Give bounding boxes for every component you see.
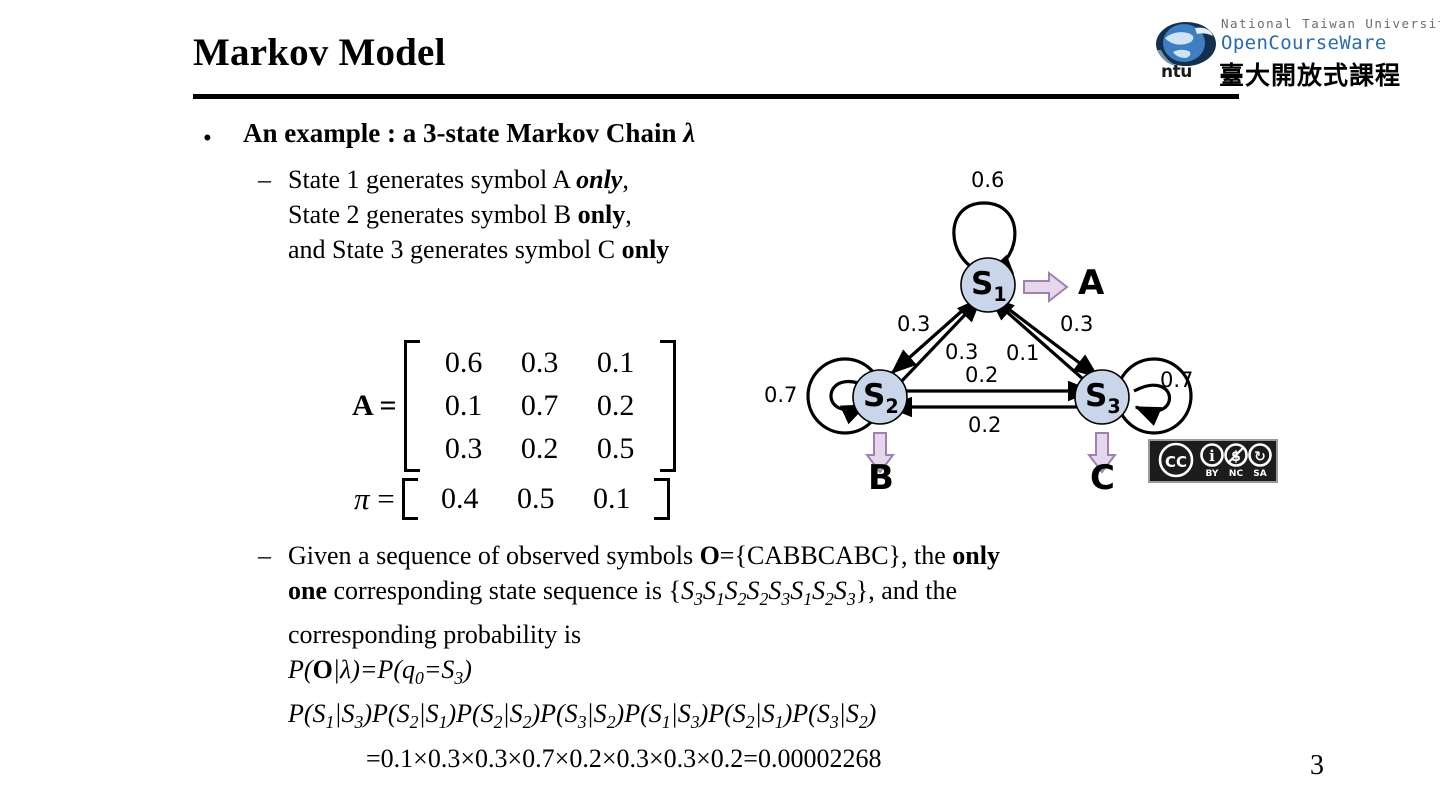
emission-symbol-b: B xyxy=(868,458,894,498)
pi-bracket-right xyxy=(653,478,670,520)
matrix-cell: 0.3 xyxy=(444,432,483,465)
page-number: 3 xyxy=(1310,750,1324,781)
item1-line3-a: and State 3 generates symbol C xyxy=(288,235,622,264)
item1-line2: State 2 generates symbol B only, xyxy=(288,197,669,232)
item1-line3-only: only xyxy=(621,235,670,264)
prob-label-s3-s1: 0.1 xyxy=(1006,341,1040,365)
matrix-cell: 0.5 xyxy=(596,432,635,465)
transition-matrix-block: A = 0.6 0.3 0.1 0.1 0.7 0.2 0.3 0.2 0.5 … xyxy=(352,340,676,520)
item1-line1-only: only xyxy=(576,165,623,194)
svg-text:i: i xyxy=(1209,447,1215,465)
item2-state-sequence: S3S1S2S2S3S1S2S3 xyxy=(680,576,856,610)
prob-label-self-s2: 0.7 xyxy=(764,383,798,407)
item2-line2-c: }, and the xyxy=(855,576,958,605)
cc-term-nc: NC xyxy=(1229,469,1244,479)
state-diagram-svg xyxy=(806,201,1193,474)
prob-label-self-s1: 0.6 xyxy=(971,168,1005,192)
title-divider xyxy=(193,94,1239,99)
ntu-wordmark: ntu xyxy=(1161,62,1192,82)
prob-label-s3-s2: 0.2 xyxy=(968,413,1002,437)
item2-line2-b: corresponding state sequence is { xyxy=(327,576,681,605)
pi-cell: 0.4 xyxy=(441,482,479,515)
page-title: Markov Model xyxy=(193,31,446,74)
pi-cell: 0.5 xyxy=(517,482,555,515)
emission-symbol-a: A xyxy=(1078,263,1105,303)
cc-term-sa: SA xyxy=(1253,469,1266,479)
item1-line3: and State 3 generates symbol C only xyxy=(288,232,669,267)
svg-text:CC: CC xyxy=(1165,453,1187,471)
cc-term-by: BY xyxy=(1206,469,1219,479)
item1-line2-a: State 2 generates symbol B xyxy=(288,200,578,229)
prob-label-s2-s3: 0.2 xyxy=(965,363,999,387)
item2-line3: corresponding probability is xyxy=(288,620,582,650)
item2-line2-one: one xyxy=(288,576,327,605)
bullet-level1-main: An example : a 3-state Markov Chain xyxy=(243,118,684,148)
logo-line-chinese: 臺大開放式課程 xyxy=(1219,61,1402,90)
prob-label-s1-s2: 0.3 xyxy=(897,312,931,336)
state-node-s1[interactable] xyxy=(960,257,1016,313)
bullet-level1-text: An example : a 3-state Markov Chain λ xyxy=(243,118,695,149)
matrix-cell: 0.3 xyxy=(520,346,559,379)
prob-label-self-s3: 0.7 xyxy=(1160,368,1194,392)
matrix-cell: 0.6 xyxy=(444,346,483,379)
matrix-A-row: A = 0.6 0.3 0.1 0.1 0.7 0.2 0.3 0.2 0.5 xyxy=(352,340,676,472)
pi-cell: 0.1 xyxy=(593,482,631,515)
cc-badge-svg: CC i $ ↻ BY NC SA xyxy=(1150,441,1276,481)
pi-label: π = xyxy=(354,481,395,516)
ntu-ocw-logo: ntu National Taiwan University OpenCours… xyxy=(1155,14,1440,90)
bullet-level1-lambda: λ xyxy=(683,118,696,148)
matrix-values-grid: 0.6 0.3 0.1 0.1 0.7 0.2 0.3 0.2 0.5 xyxy=(420,340,660,472)
item2-line1-a: Given a sequence of observed symbols xyxy=(288,541,700,570)
slide-canvas: Markov Model ntu National Taiwan Univers… xyxy=(0,0,1440,810)
matrix-cell: 0.1 xyxy=(444,389,483,422)
item2-line2: one corresponding state sequence is {S3S… xyxy=(288,573,1000,617)
cc-by-nc-sa-icon[interactable]: CC i $ ↻ BY NC SA xyxy=(1148,439,1278,483)
item1-line1: State 1 generates symbol A only, xyxy=(288,162,669,197)
item2-line5-formula: P(S1|S3)P(S2|S1)P(S2|S2)P(S3|S2)P(S1|S3)… xyxy=(288,699,877,733)
item2-symbol-O: O xyxy=(699,541,720,570)
pi-bracket-left xyxy=(401,478,418,520)
matrix-cell: 0.2 xyxy=(520,432,559,465)
markov-state-diagram: S1 S2 S3 A B C 0.6 0.7 0.7 0.3 0.3 0.3 0… xyxy=(740,155,1210,510)
prob-label-s2-s1: 0.3 xyxy=(945,340,979,364)
matrix-cell: 0.7 xyxy=(520,389,559,422)
pi-values-grid: 0.4 0.5 0.1 xyxy=(418,478,654,520)
item1-line2-c: , xyxy=(625,200,632,229)
item1-line2-only: only xyxy=(577,200,626,229)
dash-marker-item2: – xyxy=(258,541,271,570)
matrix-bracket-left xyxy=(403,340,420,472)
item2-line1-only: only xyxy=(952,541,1000,570)
item2-line1: Given a sequence of observed symbols O={… xyxy=(288,538,1000,573)
item2-line1-b: ={CABBCABC}, the xyxy=(719,541,953,570)
item2-text-block: Given a sequence of observed symbols O={… xyxy=(288,538,1000,776)
item1-line1-c: , xyxy=(622,165,629,194)
emission-arrow-s1-to-a xyxy=(1023,270,1069,304)
emission-symbol-c: C xyxy=(1090,458,1115,498)
svg-text:↻: ↻ xyxy=(1254,449,1266,465)
item1-text-block: State 1 generates symbol A only, State 2… xyxy=(288,162,669,267)
item2-line4-formula: P(O|λ)=P(q0=S3) xyxy=(288,655,472,689)
state-node-s2[interactable] xyxy=(852,369,908,425)
bullet-marker-level1: • xyxy=(203,125,212,152)
matrix-bracket-right xyxy=(659,340,676,472)
matrix-A-label: A = xyxy=(352,389,397,422)
prob-label-s1-s3: 0.3 xyxy=(1060,312,1094,336)
item1-line1-a: State 1 generates symbol A xyxy=(288,165,577,194)
pi-vector-row: π = 0.4 0.5 0.1 xyxy=(354,478,676,520)
state-node-s3[interactable] xyxy=(1074,369,1130,425)
dash-marker-item1: – xyxy=(258,165,271,194)
matrix-cell: 0.2 xyxy=(596,389,635,422)
logo-line-university: National Taiwan University xyxy=(1221,16,1440,31)
logo-line-opencourseware: OpenCourseWare xyxy=(1221,32,1387,54)
item2-line6-result: =0.1×0.3×0.3×0.7×0.2×0.3×0.3×0.2=0.00002… xyxy=(366,743,882,773)
matrix-cell: 0.1 xyxy=(596,346,635,379)
